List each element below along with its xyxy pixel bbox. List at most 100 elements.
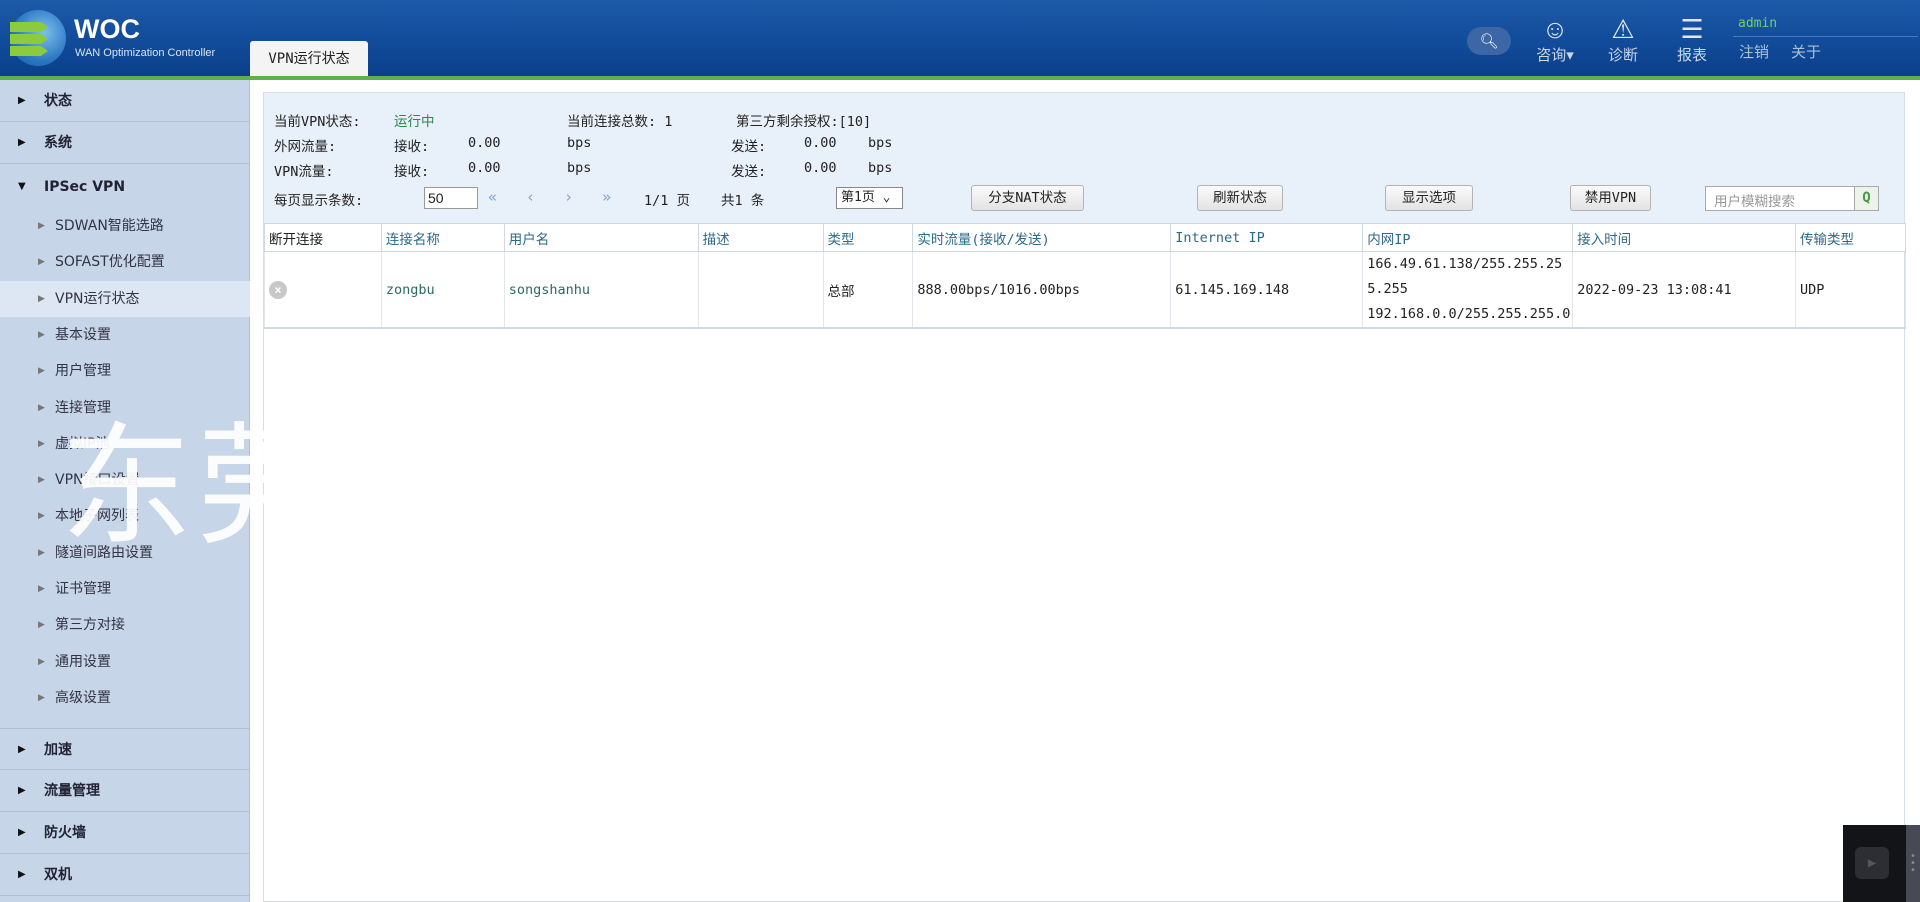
vpn-status-value: 运行中 xyxy=(394,114,435,130)
brand-name: WOC xyxy=(74,14,140,44)
tab-vpn-status[interactable]: VPN运行状态 xyxy=(250,41,368,78)
brand-subtitle: WAN Optimization Controller xyxy=(75,47,216,59)
consult-label: 咨询 xyxy=(1536,47,1567,64)
caret-right-icon: ▶ xyxy=(38,221,45,231)
sidebar-subitem-label: 连接管理 xyxy=(55,399,111,416)
floating-media-widget[interactable]: ▶ • • • xyxy=(1843,825,1920,902)
sidebar-subitem[interactable]: ▶ 基本设置 xyxy=(0,317,250,353)
diagnose-label: 诊断 xyxy=(1607,47,1638,64)
pagination-arrows[interactable]: « ‹ › » xyxy=(488,188,621,206)
sidebar-subitem-label: 本地子网列表 xyxy=(55,508,139,525)
sidebar-subitem-label: 基本设置 xyxy=(55,326,111,343)
search-icon[interactable]: Q xyxy=(1854,187,1878,210)
disable-vpn-button[interactable]: 禁用VPN xyxy=(1570,185,1651,211)
sidebar-item-system[interactable]: ▶ 系统 xyxy=(0,122,250,164)
vpn-connection-table: 断开连接 连接名称 用户名 描述 类型 实时流量(接收/发送) Internet… xyxy=(264,223,1906,329)
sidebar-subitem[interactable]: ▶ VPN运行状态 xyxy=(0,280,250,317)
sidebar-item-status[interactable]: ▶ 状态 xyxy=(0,80,250,122)
database-icon: ☰ xyxy=(1680,14,1704,44)
unit-label: bps xyxy=(868,160,893,176)
col-lan-ip: 内网IP xyxy=(1362,223,1574,252)
sidebar-item[interactable]: ▶ 双机 xyxy=(0,854,250,896)
caret-right-icon: ▶ xyxy=(38,511,45,522)
caret-right-icon: ▶ xyxy=(18,869,26,880)
col-transport: 传输类型 xyxy=(1795,223,1906,252)
header-search-button[interactable]: 🔍︎ xyxy=(1467,27,1511,55)
sidebar-subitem[interactable]: ▶ VPN接口设置 xyxy=(0,462,250,498)
caret-right-icon: ▶ xyxy=(38,656,45,667)
sidebar-subitem-label: SDWAN智能选路 xyxy=(55,218,164,234)
caret-right-icon: ▶ xyxy=(38,257,45,268)
sidebar-subitem-label: 证书管理 xyxy=(55,581,111,597)
col-type: 类型 xyxy=(822,223,914,252)
logout-link[interactable]: 注销 xyxy=(1739,41,1769,62)
woc-logo-icon xyxy=(10,10,66,66)
caret-right-icon: ▶ xyxy=(18,137,26,148)
chevron-down-icon: ⌄ xyxy=(882,190,891,205)
sidebar-item[interactable]: ▶ 流量管理 xyxy=(0,770,250,812)
wan-send-value: 0.00 xyxy=(804,135,837,151)
warning-icon: ⚠ xyxy=(1611,14,1635,44)
branch-nat-status-button[interactable]: 分支NAT状态 xyxy=(971,185,1084,211)
sidebar-label: 流量管理 xyxy=(44,783,100,799)
sidebar-label: 加速 xyxy=(44,742,72,758)
refresh-status-button[interactable]: 刷新状态 xyxy=(1197,185,1283,211)
disconnect-icon[interactable]: × xyxy=(269,280,287,299)
consult-menu[interactable]: ☺ 咨询▾ xyxy=(1530,14,1580,65)
display-options-button[interactable]: 显示选项 xyxy=(1385,185,1473,211)
sidebar-subitem[interactable]: ▶ 第三方对接 xyxy=(0,607,250,643)
type: 总部 xyxy=(822,251,914,329)
sidebar-item[interactable]: ▶ 防火墙 xyxy=(0,812,250,854)
user-search-input[interactable]: 用户模糊搜索 Q xyxy=(1705,186,1879,211)
vpn-recv-value: 0.00 xyxy=(468,160,501,176)
sidebar-subitem[interactable]: ▶ 用户管理 xyxy=(0,353,250,389)
sidebar-label: IPSec VPN xyxy=(44,179,126,195)
caret-right-icon: ▶ xyxy=(18,827,26,838)
report-button[interactable]: ☰ 报表 xyxy=(1667,14,1717,65)
diagnose-button[interactable]: ⚠ 诊断 xyxy=(1598,14,1648,65)
sidebar-subitem-label: 第三方对接 xyxy=(55,617,125,634)
about-link[interactable]: 关于 xyxy=(1791,41,1821,62)
caret-right-icon: ▶ xyxy=(38,329,45,340)
caret-right-icon: ▶ xyxy=(38,366,45,377)
page-info: 1/1 页 xyxy=(644,193,691,209)
caret-right-icon: ▶ xyxy=(38,584,45,594)
sidebar-subitem[interactable]: ▶ 连接管理 xyxy=(0,390,250,426)
sidebar: ▶ 状态 ▶ 系统 ▼ IPSec VPN ▶ SDWAN智能选路 ▶ SOFAST优化配置… xyxy=(0,80,250,902)
sidebar-item[interactable]: ▶ 加速 xyxy=(0,728,250,770)
recv-label: 接收: xyxy=(394,164,430,180)
caret-right-icon: ▶ xyxy=(18,744,26,755)
top-header: WOC WAN Optimization Controller VPN运行状态 … xyxy=(0,0,1920,78)
sidebar-subitem[interactable]: ▶ 隧道间路由设置 xyxy=(0,535,250,571)
third-party-license: 第三方剩余授权:[10] xyxy=(736,114,872,130)
caret-down-icon: ▼ xyxy=(18,181,26,192)
col-disconnect: 断开连接 xyxy=(264,223,382,252)
table-header: 断开连接 连接名称 用户名 描述 类型 实时流量(接收/发送) Internet… xyxy=(264,223,1906,252)
sidebar-subitem[interactable]: ▶ 高级设置 xyxy=(0,680,250,716)
sidebar-subitem[interactable]: ▶ 证书管理 xyxy=(0,571,250,607)
sidebar-subitem[interactable]: ▶ 虚拟IP池 xyxy=(0,426,250,462)
page-select[interactable]: 第1页 ⌄ xyxy=(836,187,903,209)
more-icon[interactable]: • • • xyxy=(1906,825,1920,902)
caret-right-icon: ▶ xyxy=(38,402,45,413)
lan-ip: 166.49.61.138/255.255.25 5.255 192.168.0.0… xyxy=(1362,251,1574,329)
sidebar-subitem[interactable]: ▶ 通用设置 xyxy=(0,644,250,680)
sidebar-subitem[interactable]: ▶ 本地子网列表 xyxy=(0,498,250,534)
sidebar-subitem-label: 高级设置 xyxy=(55,689,111,706)
play-icon[interactable]: ▶ xyxy=(1855,847,1889,879)
per-page-input[interactable]: 50 xyxy=(424,187,478,209)
realtime-traffic: 888.00bps/1016.00bps xyxy=(912,251,1172,329)
lan-ip-line: 192.168.0.0/255.255.255.0 xyxy=(1367,306,1571,322)
sidebar-subitem-label: VPN运行状态 xyxy=(55,290,140,307)
sidebar-subitem[interactable]: ▶ SOFAST优化配置 xyxy=(0,244,250,280)
search-placeholder: 用户模糊搜索 xyxy=(1714,194,1795,210)
sidebar-subitem[interactable]: ▶ SDWAN智能选路 xyxy=(0,208,250,244)
caret-right-icon: ▶ xyxy=(38,293,45,304)
col-description: 描述 xyxy=(697,223,824,252)
sidebar-label: 状态 xyxy=(44,93,72,109)
wan-recv-value: 0.00 xyxy=(468,135,501,151)
unit-label: bps xyxy=(567,135,592,151)
send-label: 发送: xyxy=(731,139,767,155)
internet-ip: 61.145.169.148 xyxy=(1170,251,1364,329)
sidebar-item-ipsec-vpn[interactable]: ▼ IPSec VPN xyxy=(0,166,250,208)
